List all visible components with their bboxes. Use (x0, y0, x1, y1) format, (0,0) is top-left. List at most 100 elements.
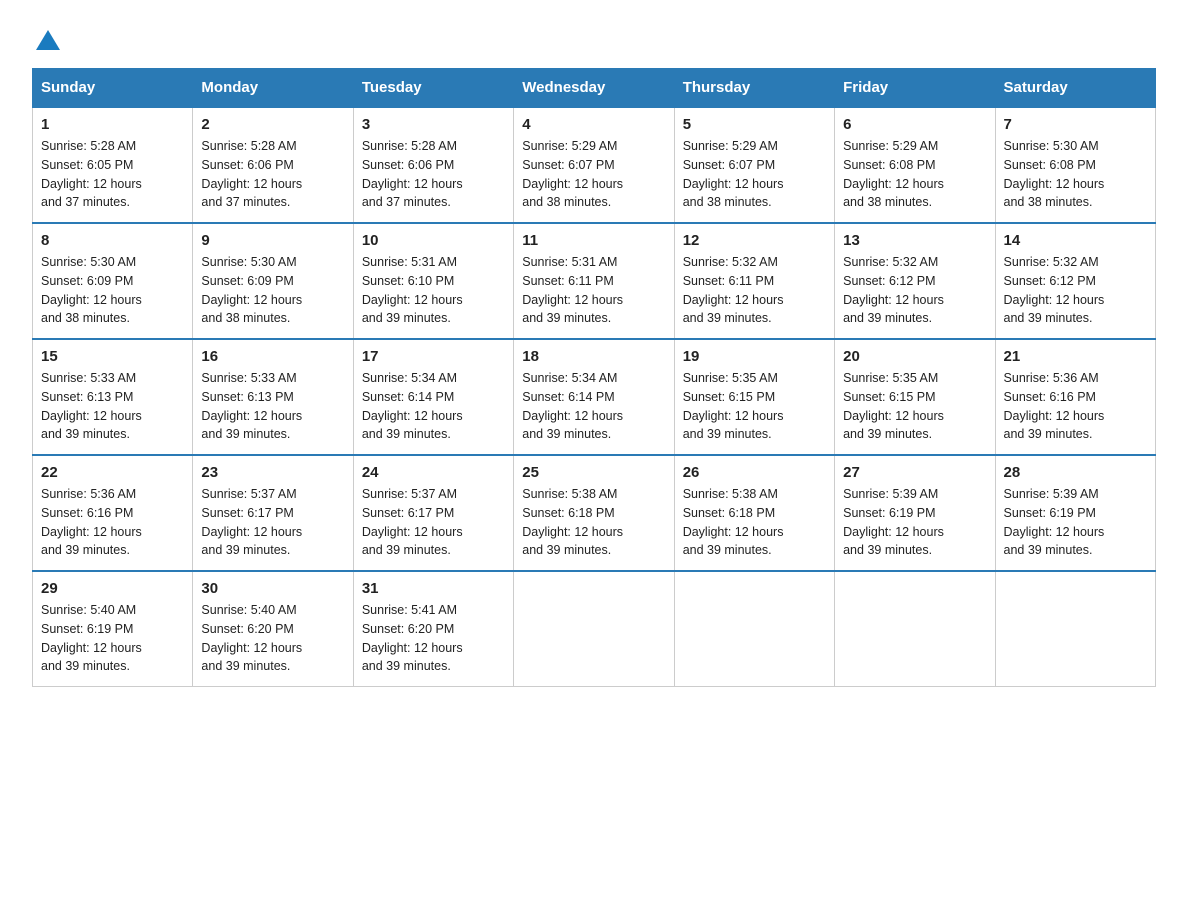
day-info: Sunrise: 5:30 AMSunset: 6:09 PMDaylight:… (41, 253, 184, 328)
day-info: Sunrise: 5:30 AMSunset: 6:09 PMDaylight:… (201, 253, 344, 328)
day-number: 14 (1004, 232, 1147, 249)
day-info: Sunrise: 5:29 AMSunset: 6:07 PMDaylight:… (522, 137, 665, 212)
day-number: 18 (522, 348, 665, 365)
header-day-sunday: Sunday (33, 69, 193, 108)
calendar-cell: 19 Sunrise: 5:35 AMSunset: 6:15 PMDayligh… (674, 339, 834, 455)
day-info: Sunrise: 5:41 AMSunset: 6:20 PMDaylight:… (362, 601, 505, 676)
page-header (32, 24, 1156, 48)
calendar-cell: 17 Sunrise: 5:34 AMSunset: 6:14 PMDayligh… (353, 339, 513, 455)
calendar-cell: 6 Sunrise: 5:29 AMSunset: 6:08 PMDaylight… (835, 107, 995, 223)
day-number: 26 (683, 464, 826, 481)
calendar-cell: 14 Sunrise: 5:32 AMSunset: 6:12 PMDayligh… (995, 223, 1155, 339)
calendar-cell: 4 Sunrise: 5:29 AMSunset: 6:07 PMDaylight… (514, 107, 674, 223)
calendar-cell: 12 Sunrise: 5:32 AMSunset: 6:11 PMDayligh… (674, 223, 834, 339)
day-number: 6 (843, 116, 986, 133)
calendar-week-row: 8 Sunrise: 5:30 AMSunset: 6:09 PMDaylight… (33, 223, 1156, 339)
day-number: 30 (201, 580, 344, 597)
day-number: 8 (41, 232, 184, 249)
header-day-friday: Friday (835, 69, 995, 108)
day-info: Sunrise: 5:33 AMSunset: 6:13 PMDaylight:… (201, 369, 344, 444)
calendar-cell: 10 Sunrise: 5:31 AMSunset: 6:10 PMDayligh… (353, 223, 513, 339)
calendar-cell: 3Sunrise: 5:28 AMSunset: 6:06 PMDaylight… (353, 107, 513, 223)
day-number: 13 (843, 232, 986, 249)
calendar-header-row: SundayMondayTuesdayWednesdayThursdayFrid… (33, 69, 1156, 108)
day-info: Sunrise: 5:34 AMSunset: 6:14 PMDaylight:… (362, 369, 505, 444)
day-number: 1 (41, 116, 184, 133)
day-info: Sunrise: 5:30 AMSunset: 6:08 PMDaylight:… (1004, 137, 1147, 212)
calendar-cell: 2 Sunrise: 5:28 AMSunset: 6:06 PMDaylight… (193, 107, 353, 223)
day-number: 2 (201, 116, 344, 133)
calendar-cell (674, 571, 834, 687)
day-number: 25 (522, 464, 665, 481)
calendar-cell: 27 Sunrise: 5:39 AMSunset: 6:19 PMDayligh… (835, 455, 995, 571)
calendar-cell: 26 Sunrise: 5:38 AMSunset: 6:18 PMDayligh… (674, 455, 834, 571)
day-number: 5 (683, 116, 826, 133)
header-day-wednesday: Wednesday (514, 69, 674, 108)
calendar-cell: 23Sunrise: 5:37 AMSunset: 6:17 PMDayligh… (193, 455, 353, 571)
calendar-cell: 20 Sunrise: 5:35 AMSunset: 6:15 PMDayligh… (835, 339, 995, 455)
day-number: 19 (683, 348, 826, 365)
day-info: Sunrise: 5:39 AMSunset: 6:19 PMDaylight:… (843, 485, 986, 560)
day-number: 4 (522, 116, 665, 133)
day-number: 31 (362, 580, 505, 597)
day-info: Sunrise: 5:36 AMSunset: 6:16 PMDaylight:… (1004, 369, 1147, 444)
calendar-cell: 16 Sunrise: 5:33 AMSunset: 6:13 PMDayligh… (193, 339, 353, 455)
day-number: 22 (41, 464, 184, 481)
day-info: Sunrise: 5:33 AMSunset: 6:13 PMDaylight:… (41, 369, 184, 444)
day-number: 24 (362, 464, 505, 481)
calendar-week-row: 29 Sunrise: 5:40 AMSunset: 6:19 PMDayligh… (33, 571, 1156, 687)
day-info: Sunrise: 5:40 AMSunset: 6:19 PMDaylight:… (41, 601, 184, 676)
day-info: Sunrise: 5:38 AMSunset: 6:18 PMDaylight:… (522, 485, 665, 560)
day-info: Sunrise: 5:32 AMSunset: 6:11 PMDaylight:… (683, 253, 826, 328)
calendar-cell (514, 571, 674, 687)
day-info: Sunrise: 5:32 AMSunset: 6:12 PMDaylight:… (1004, 253, 1147, 328)
calendar-cell: 8 Sunrise: 5:30 AMSunset: 6:09 PMDaylight… (33, 223, 193, 339)
day-number: 11 (522, 232, 665, 249)
calendar-cell (995, 571, 1155, 687)
header-day-saturday: Saturday (995, 69, 1155, 108)
day-info: Sunrise: 5:28 AMSunset: 6:06 PMDaylight:… (362, 137, 505, 212)
calendar-cell: 30Sunrise: 5:40 AMSunset: 6:20 PMDayligh… (193, 571, 353, 687)
day-info: Sunrise: 5:38 AMSunset: 6:18 PMDaylight:… (683, 485, 826, 560)
day-info: Sunrise: 5:29 AMSunset: 6:08 PMDaylight:… (843, 137, 986, 212)
calendar-cell: 24 Sunrise: 5:37 AMSunset: 6:17 PMDayligh… (353, 455, 513, 571)
day-number: 27 (843, 464, 986, 481)
day-number: 20 (843, 348, 986, 365)
calendar-table: SundayMondayTuesdayWednesdayThursdayFrid… (32, 68, 1156, 687)
header-day-thursday: Thursday (674, 69, 834, 108)
day-number: 9 (201, 232, 344, 249)
calendar-cell: 13 Sunrise: 5:32 AMSunset: 6:12 PMDayligh… (835, 223, 995, 339)
calendar-week-row: 1 Sunrise: 5:28 AMSunset: 6:05 PMDaylight… (33, 107, 1156, 223)
day-number: 28 (1004, 464, 1147, 481)
day-number: 17 (362, 348, 505, 365)
calendar-cell: 9 Sunrise: 5:30 AMSunset: 6:09 PMDaylight… (193, 223, 353, 339)
day-info: Sunrise: 5:37 AMSunset: 6:17 PMDaylight:… (362, 485, 505, 560)
day-info: Sunrise: 5:32 AMSunset: 6:12 PMDaylight:… (843, 253, 986, 328)
calendar-cell: 7Sunrise: 5:30 AMSunset: 6:08 PMDaylight… (995, 107, 1155, 223)
day-number: 10 (362, 232, 505, 249)
calendar-cell: 29 Sunrise: 5:40 AMSunset: 6:19 PMDayligh… (33, 571, 193, 687)
day-number: 21 (1004, 348, 1147, 365)
day-number: 15 (41, 348, 184, 365)
calendar-cell: 1 Sunrise: 5:28 AMSunset: 6:05 PMDaylight… (33, 107, 193, 223)
day-info: Sunrise: 5:39 AMSunset: 6:19 PMDaylight:… (1004, 485, 1147, 560)
calendar-cell: 22 Sunrise: 5:36 AMSunset: 6:16 PMDayligh… (33, 455, 193, 571)
day-number: 16 (201, 348, 344, 365)
day-number: 12 (683, 232, 826, 249)
header-day-tuesday: Tuesday (353, 69, 513, 108)
calendar-cell: 15 Sunrise: 5:33 AMSunset: 6:13 PMDayligh… (33, 339, 193, 455)
calendar-cell: 5 Sunrise: 5:29 AMSunset: 6:07 PMDaylight… (674, 107, 834, 223)
header-day-monday: Monday (193, 69, 353, 108)
day-info: Sunrise: 5:35 AMSunset: 6:15 PMDaylight:… (843, 369, 986, 444)
day-number: 29 (41, 580, 184, 597)
logo-triangle-icon (34, 26, 62, 54)
day-info: Sunrise: 5:31 AMSunset: 6:10 PMDaylight:… (362, 253, 505, 328)
day-info: Sunrise: 5:35 AMSunset: 6:15 PMDaylight:… (683, 369, 826, 444)
logo (32, 24, 62, 48)
day-info: Sunrise: 5:36 AMSunset: 6:16 PMDaylight:… (41, 485, 184, 560)
day-info: Sunrise: 5:28 AMSunset: 6:06 PMDaylight:… (201, 137, 344, 212)
calendar-cell: 21 Sunrise: 5:36 AMSunset: 6:16 PMDayligh… (995, 339, 1155, 455)
day-info: Sunrise: 5:29 AMSunset: 6:07 PMDaylight:… (683, 137, 826, 212)
day-info: Sunrise: 5:37 AMSunset: 6:17 PMDaylight:… (201, 485, 344, 560)
day-info: Sunrise: 5:28 AMSunset: 6:05 PMDaylight:… (41, 137, 184, 212)
